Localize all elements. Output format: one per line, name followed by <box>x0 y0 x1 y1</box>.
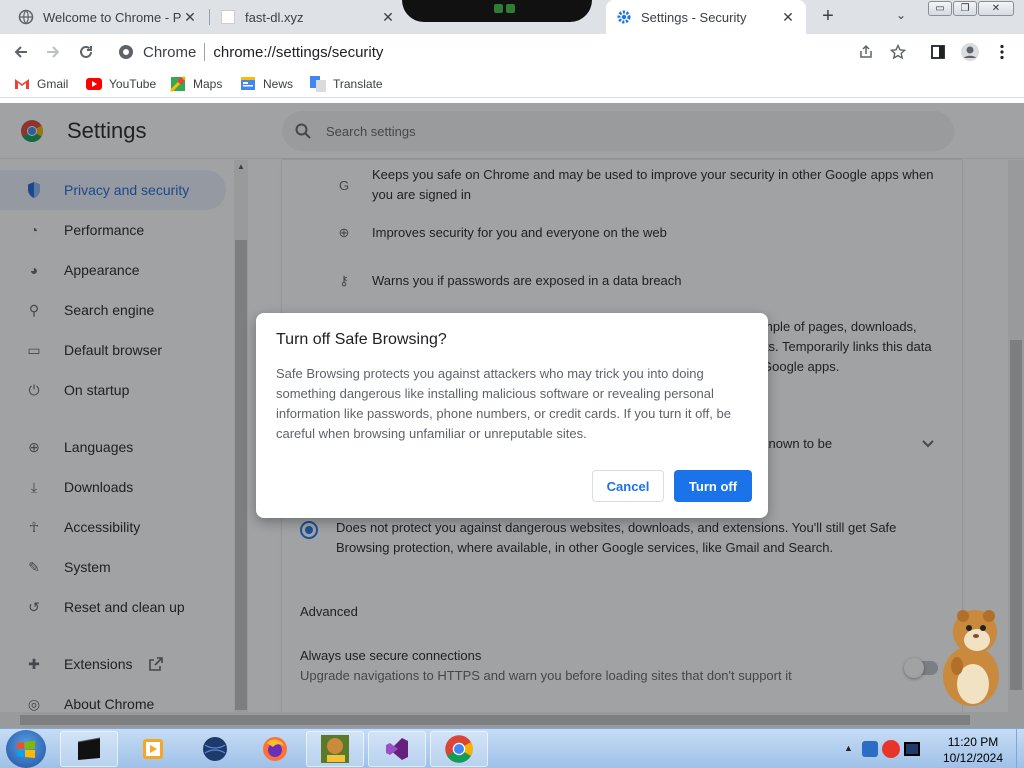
bookmark-label: Translate <box>333 77 383 91</box>
tray-expand-icon[interactable]: ▲ <box>844 743 853 753</box>
tab-welcome[interactable]: Welcome to Chrome - Pi ✕ <box>8 0 208 34</box>
chrome-icon <box>119 45 133 59</box>
reload-icon <box>80 45 92 58</box>
security-tray-icon[interactable] <box>882 740 900 758</box>
arrow-right-icon <box>47 46 60 58</box>
globe-icon <box>18 9 34 25</box>
omnibox-divider <box>204 43 206 61</box>
overlay-dot <box>494 4 503 13</box>
overlay-dot <box>506 4 515 13</box>
turn-off-safe-browsing-dialog: Turn off Safe Browsing? Safe Browsing pr… <box>256 313 768 518</box>
bookmarks-bar: Gmail YouTube Maps News Translate <box>0 70 1024 98</box>
gmail-icon <box>14 76 30 92</box>
taskbar-globe-app[interactable] <box>186 731 244 767</box>
tab-strip: Welcome to Chrome - Pi ✕ fast-dl.xyz ✕ S… <box>0 0 1024 34</box>
bookmark-maps[interactable]: Maps <box>170 75 222 93</box>
bookmark-gmail[interactable]: Gmail <box>14 75 68 93</box>
turn-off-button[interactable]: Turn off <box>674 470 752 502</box>
game-box-icon <box>321 735 349 763</box>
site-chip[interactable]: Chrome <box>108 44 196 61</box>
address-bar[interactable]: Chrome chrome://settings/security <box>108 37 848 67</box>
tab-search-button[interactable]: ⌄ <box>896 8 906 22</box>
tab-title: Settings - Security <box>641 9 747 25</box>
hamster-desktop-pet-icon <box>943 610 999 706</box>
dialog-title: Turn off Safe Browsing? <box>276 331 447 348</box>
bookmark-translate[interactable]: Translate <box>310 75 383 93</box>
taskbar-visual-studio[interactable] <box>368 731 426 767</box>
maps-icon <box>170 76 186 92</box>
clock-date: 10/12/2024 <box>942 751 1004 765</box>
windows-taskbar: ▲ 11:20 PM 10/12/2024 <box>0 728 1024 768</box>
new-tab-button[interactable]: + <box>818 6 838 26</box>
start-button[interactable] <box>6 730 46 768</box>
url-text: chrome://settings/security <box>213 43 384 61</box>
firefox-icon <box>263 737 287 761</box>
chrome-icon <box>445 735 473 763</box>
network-tray-icon[interactable] <box>862 741 878 757</box>
close-window-button[interactable]: ✕ <box>978 1 1014 16</box>
hidden-tab-overlay <box>402 0 592 22</box>
close-tab-icon[interactable]: ✕ <box>380 9 396 26</box>
translate-icon <box>310 76 326 92</box>
back-button[interactable] <box>10 41 32 63</box>
site-chip-label: Chrome <box>143 43 197 61</box>
menu-kebab-icon[interactable] <box>991 41 1013 63</box>
share-icon[interactable] <box>855 41 877 63</box>
tab-title: Welcome to Chrome - Pi <box>43 9 182 25</box>
bookmark-label: YouTube <box>109 77 157 91</box>
news-icon <box>240 76 256 92</box>
show-desktop-button[interactable] <box>1016 729 1024 768</box>
clock-time: 11:20 PM <box>947 735 999 749</box>
terminal-icon <box>77 737 101 760</box>
bookmark-label: Maps <box>193 77 223 91</box>
star-icon[interactable] <box>887 41 909 63</box>
bookmark-youtube[interactable]: YouTube <box>86 75 156 93</box>
tab-title: fast-dl.xyz <box>245 9 304 25</box>
bookmark-news[interactable]: News <box>240 75 293 93</box>
taskbar-clock[interactable]: 11:20 PM 10/12/2024 <box>934 734 1012 766</box>
browser-toolbar: Chrome chrome://settings/security <box>0 34 1024 70</box>
close-tab-icon[interactable]: ✕ <box>182 9 198 26</box>
cancel-button[interactable]: Cancel <box>592 470 664 502</box>
system-tray <box>862 737 922 761</box>
visual-studio-icon <box>386 738 408 760</box>
forward-button[interactable] <box>42 41 64 63</box>
minimize-button[interactable]: ▭ <box>928 1 952 16</box>
bookmark-label: News <box>263 77 294 91</box>
monitor-tray-icon[interactable] <box>904 742 920 756</box>
taskbar-terminal[interactable] <box>60 731 118 767</box>
side-panel-icon[interactable] <box>927 41 949 63</box>
blank-page-icon <box>220 9 236 25</box>
profile-avatar-icon[interactable] <box>959 41 981 63</box>
media-player-icon <box>143 739 163 759</box>
bookmark-label: Gmail <box>37 77 69 91</box>
taskbar-chrome[interactable] <box>430 731 488 767</box>
gear-icon <box>616 9 632 25</box>
taskbar-firefox[interactable] <box>246 731 304 767</box>
arrow-left-icon <box>14 46 27 58</box>
windows-logo-icon <box>17 740 35 758</box>
reload-button[interactable] <box>75 41 97 63</box>
close-tab-icon[interactable]: ✕ <box>780 9 796 26</box>
globe-app-icon <box>203 737 227 761</box>
tab-fast-dl[interactable]: fast-dl.xyz ✕ <box>210 0 406 34</box>
taskbar-media-player[interactable] <box>124 731 182 767</box>
restore-button[interactable]: ❐ <box>953 1 977 16</box>
dialog-body: Safe Browsing protects you against attac… <box>276 366 731 441</box>
taskbar-game-box[interactable] <box>306 731 364 767</box>
tab-settings-security[interactable]: Settings - Security ✕ <box>606 0 806 34</box>
youtube-icon <box>86 76 102 92</box>
